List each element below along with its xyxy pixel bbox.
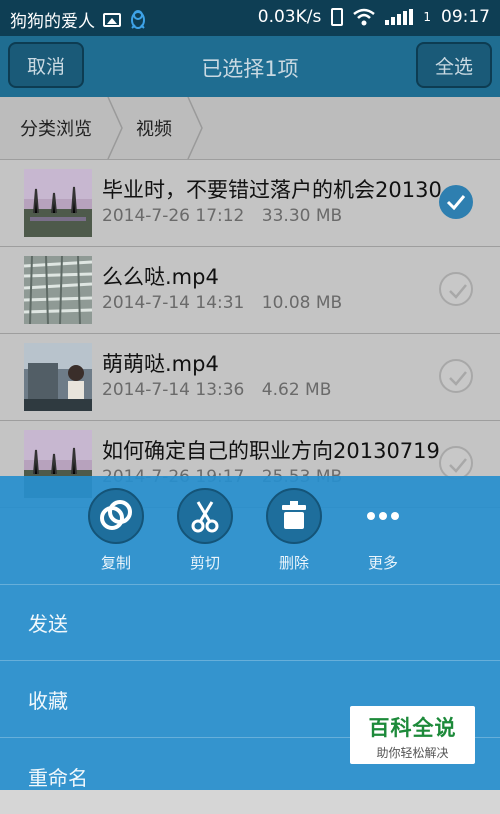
watermark-logo: 百科全说 助你轻松解决	[350, 706, 475, 764]
more-label: 更多	[367, 554, 398, 572]
file-meta: 2014-7-26 17:12 33.30 MB	[102, 206, 354, 226]
qq-penguin-icon	[131, 9, 145, 29]
checkmark-icon	[446, 195, 466, 210]
cut-label: 剪切	[189, 554, 220, 572]
watermark-title: 百科全说	[368, 716, 457, 740]
menu-item-label: 重命名	[28, 766, 88, 790]
checkmark-icon	[449, 371, 467, 386]
copy-icon	[88, 488, 144, 544]
file-size: 4.62 MB	[261, 380, 332, 400]
video-thumbnail	[24, 169, 92, 237]
menu-item-label: 发送	[28, 612, 68, 636]
status-time: 09:17	[441, 7, 490, 27]
copy-label: 复制	[100, 554, 131, 572]
select-all-button[interactable]: 全选	[416, 42, 492, 88]
image-icon	[103, 12, 121, 27]
more-icon	[355, 488, 411, 544]
vibrate-icon	[331, 8, 344, 26]
list-item[interactable]: 么么哒.mp4 2014-7-14 14:31 10.08 MB	[0, 247, 500, 334]
file-size: 10.08 MB	[261, 293, 343, 313]
menu-item-send[interactable]: 发送	[0, 584, 500, 661]
sim-indicator: 1	[423, 10, 431, 24]
selected-checkbox[interactable]	[439, 185, 473, 219]
file-name: 如何确定自己的职业方向20130719...	[102, 439, 460, 463]
menu-item-label: 收藏	[28, 689, 68, 713]
file-meta: 2014-7-14 14:31 10.08 MB	[102, 293, 354, 313]
file-meta: 2014-7-14 13:36 4.62 MB	[102, 380, 343, 400]
breadcrumb: 分类浏览 视频	[0, 97, 500, 160]
breadcrumb-item-category[interactable]: 分类浏览	[20, 97, 92, 159]
file-name: 毕业时，不要错过落户的机会20130...	[102, 178, 462, 202]
unselected-checkbox[interactable]	[439, 359, 473, 393]
scissors-icon	[177, 488, 233, 544]
title-bar: 取消 已选择1项 全选	[0, 36, 500, 97]
unselected-checkbox[interactable]	[439, 272, 473, 306]
cut-button[interactable]: 剪切	[170, 488, 240, 573]
chevron-right-icon	[107, 97, 123, 159]
more-button[interactable]: 更多	[348, 488, 418, 573]
chevron-right-icon	[187, 97, 203, 159]
copy-button[interactable]: 复制	[81, 488, 151, 573]
delete-button[interactable]: 删除	[259, 488, 329, 573]
checkmark-icon	[449, 284, 467, 299]
delete-label: 删除	[278, 554, 309, 572]
status-bar: 狗狗的爱人 0.03K/s 1 09:17	[0, 0, 500, 36]
wifi-icon	[353, 8, 376, 26]
unselected-checkbox[interactable]	[439, 446, 473, 480]
network-speed: 0.03K/s	[257, 7, 322, 27]
video-thumbnail	[24, 343, 92, 411]
trash-icon	[266, 488, 322, 544]
file-date: 2014-7-26 17:12	[102, 206, 245, 226]
file-name: 萌萌哒.mp4	[102, 352, 219, 376]
watermark-subtitle: 助你轻松解决	[376, 746, 449, 760]
list-item[interactable]: 毕业时，不要错过落户的机会20130... 2014-7-26 17:12 33…	[0, 160, 500, 247]
video-thumbnail	[24, 256, 92, 324]
action-row: 复制 剪切 删除 更多	[0, 476, 500, 585]
list-item[interactable]: 萌萌哒.mp4 2014-7-14 13:36 4.62 MB	[0, 334, 500, 421]
breadcrumb-item-video[interactable]: 视频	[136, 97, 172, 159]
status-app-name: 狗狗的爱人	[10, 12, 95, 32]
file-size: 33.30 MB	[261, 206, 343, 226]
checkmark-icon	[449, 458, 467, 473]
file-date: 2014-7-14 14:31	[102, 293, 245, 313]
signal-icon	[385, 9, 414, 25]
file-date: 2014-7-14 13:36	[102, 380, 245, 400]
file-name: 么么哒.mp4	[102, 265, 219, 289]
